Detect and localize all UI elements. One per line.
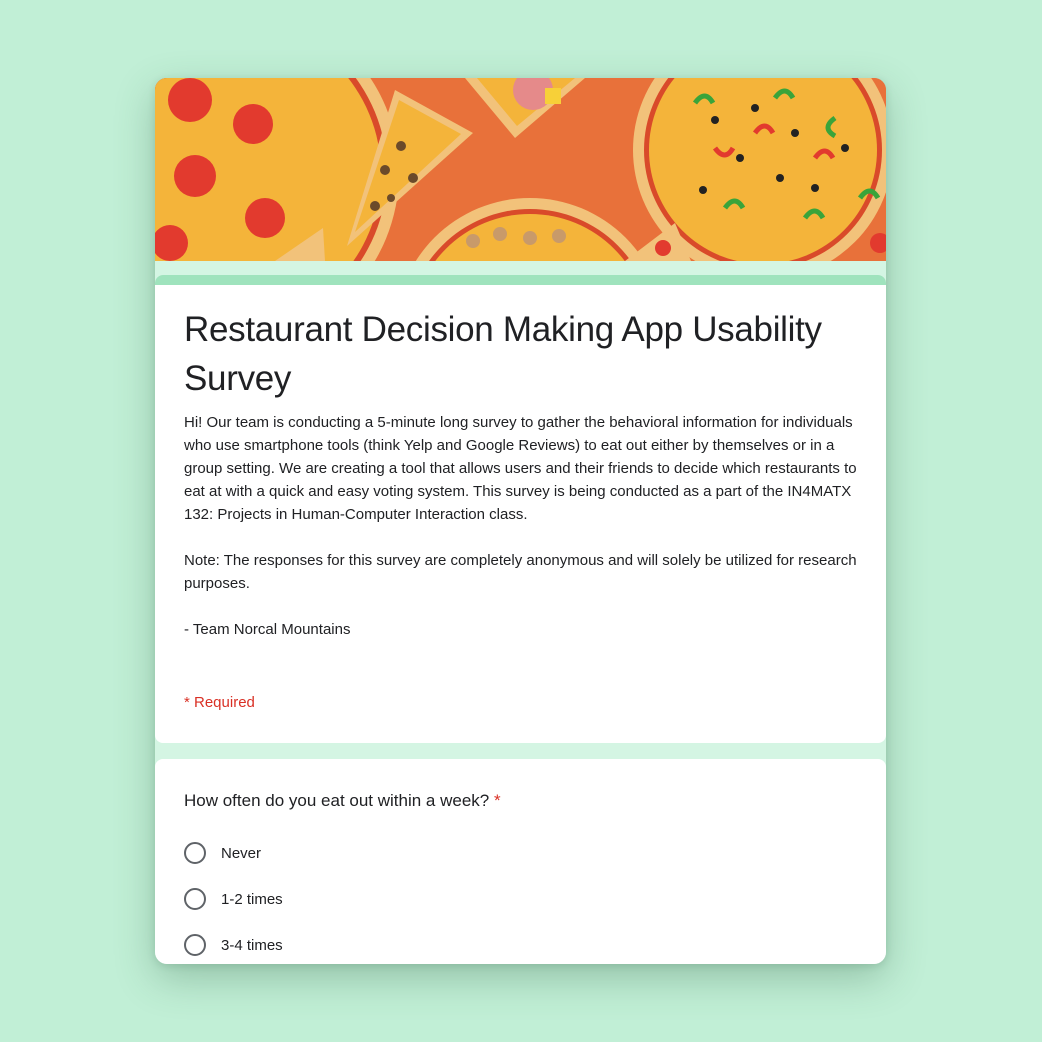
header-banner-image [155,78,886,261]
required-note: * Required [184,694,255,711]
radio-group: Never 1-2 times 3-4 times [184,841,283,964]
accent-bar [155,275,886,285]
question-card: How often do you eat out within a week? … [155,759,886,964]
pizza-pattern-illustration [155,78,886,261]
radio-unchecked-icon[interactable] [184,888,206,910]
description-signature: - Team Norcal Mountains [184,621,351,638]
radio-unchecked-icon[interactable] [184,842,206,864]
required-asterisk: * [493,791,501,810]
radio-option-3-4-times[interactable]: 3-4 times [184,933,283,957]
radio-option-1-2-times[interactable]: 1-2 times [184,887,283,911]
description-paragraph: Hi! Our team is conducting a 5-minute lo… [184,414,857,523]
description-paragraph: Note: The responses for this survey are … [184,552,857,592]
question-label: How often do you eat out within a week? … [184,789,501,813]
option-label: 1-2 times [221,890,283,908]
form-header-card: Restaurant Decision Making App Usability… [155,275,886,743]
form-title: Restaurant Decision Making App Usability… [184,310,822,398]
form-container: Restaurant Decision Making App Usability… [155,78,886,964]
form-description: Hi! Our team is conducting a 5-minute lo… [184,411,864,641]
radio-option-never[interactable]: Never [184,841,283,865]
question-text: How often do you eat out within a week? [184,791,490,810]
option-label: Never [221,844,262,862]
radio-unchecked-icon[interactable] [184,934,206,956]
option-label: 3-4 times [221,936,283,954]
